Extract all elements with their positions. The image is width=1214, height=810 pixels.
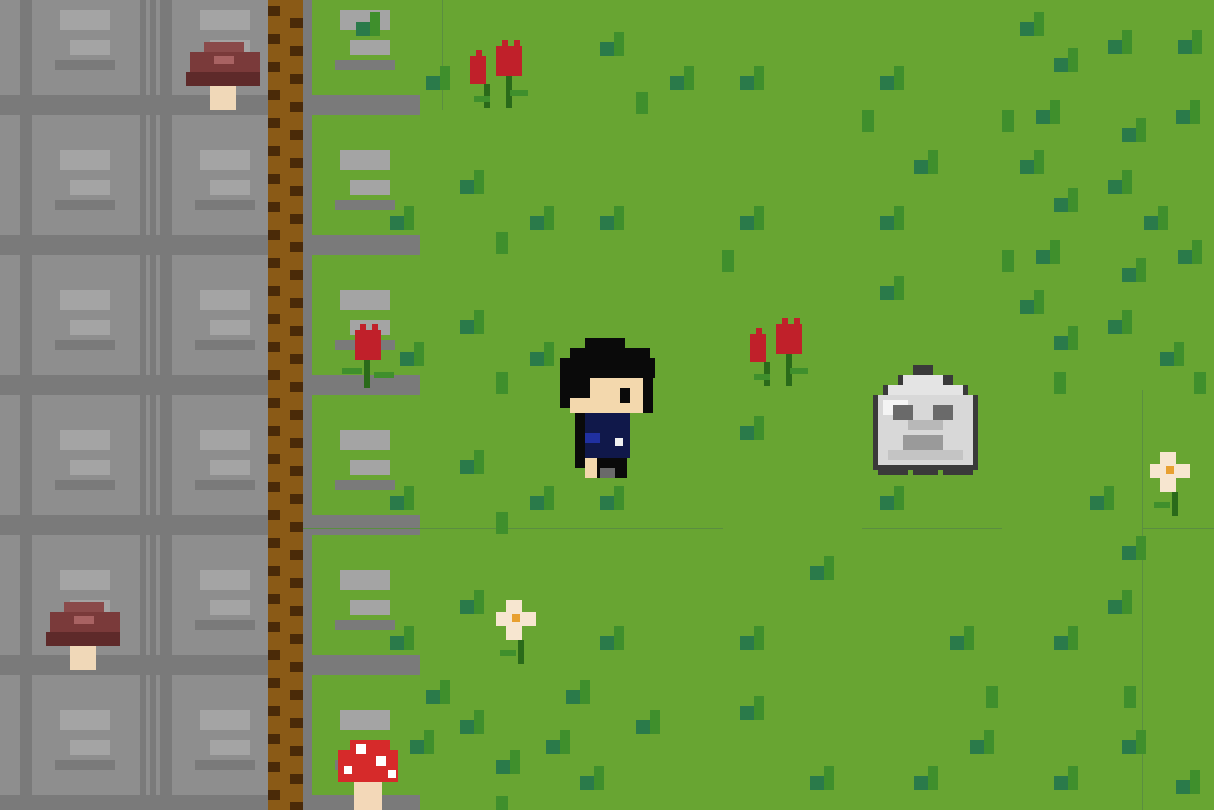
game-viewport[interactable] — [0, 0, 1214, 810]
ghost-enemy[interactable] — [868, 365, 983, 480]
player-character[interactable] — [555, 338, 655, 488]
grass-field — [285, 0, 1214, 810]
